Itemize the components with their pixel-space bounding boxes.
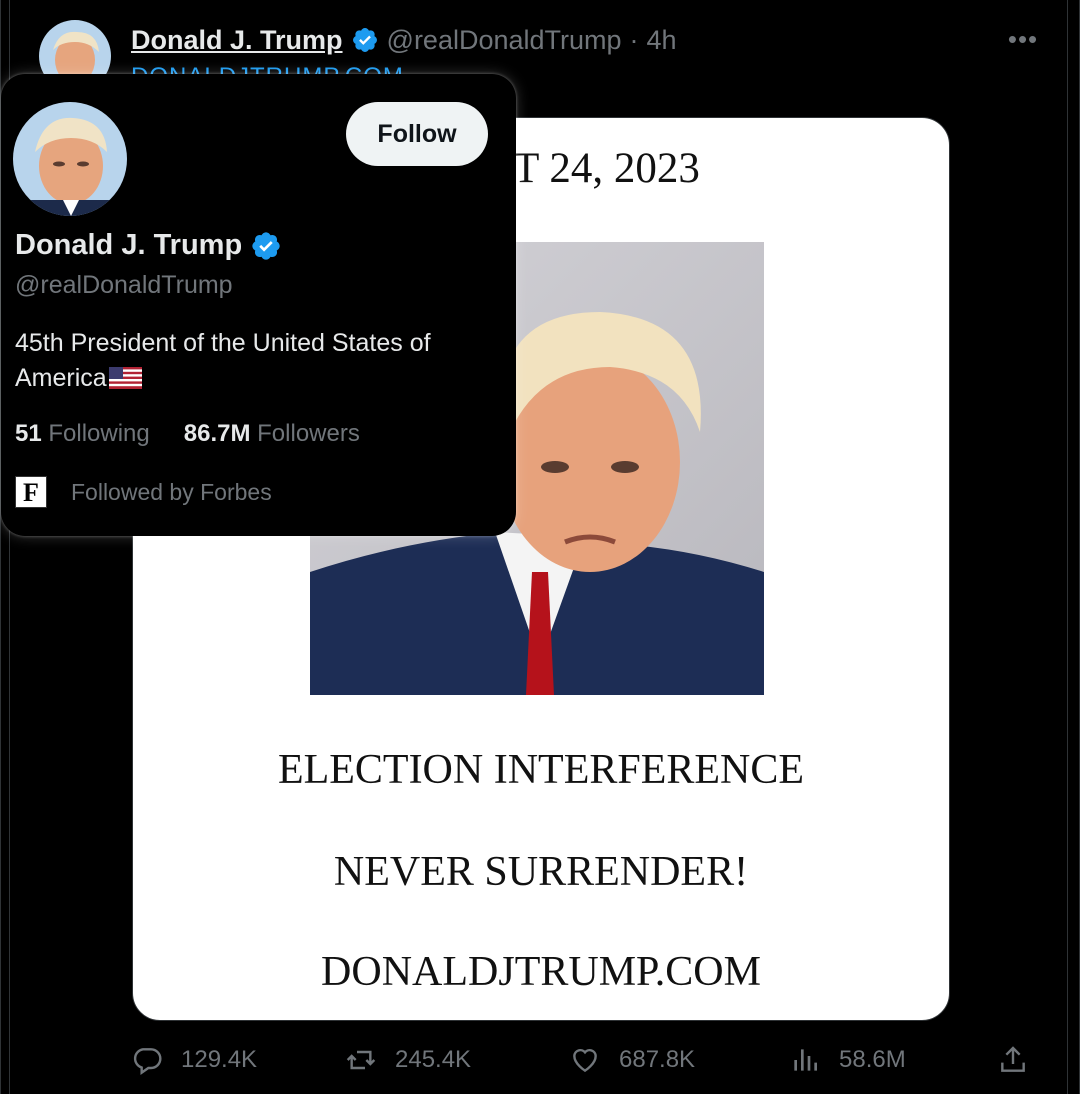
followed-by-text: Followed by Forbes <box>71 478 272 505</box>
more-icon[interactable]: ••• <box>1001 24 1045 54</box>
tweet-header: Donald J. Trump @realDonaldTrump · 4h <box>131 22 677 58</box>
followers-count: 86.7M <box>183 420 251 447</box>
followers-link[interactable]: 86.7M Followers <box>184 420 360 448</box>
poster-line-site: DONALDJTRUMP.COM <box>321 949 761 995</box>
heart-icon <box>573 1048 597 1073</box>
followed-by-row[interactable]: F Followed by Forbes <box>15 476 272 508</box>
like-button[interactable]: 687.8K <box>569 1040 695 1080</box>
follow-button[interactable]: Follow <box>346 102 488 166</box>
tweet-actions-bar: 129.4K 245.4K 687.8K 58.6M <box>131 1040 1041 1080</box>
hovercard-name[interactable]: Donald J. Trump <box>15 229 282 262</box>
views-count: 58.6M <box>839 1046 906 1073</box>
hovercard-bio-text: 45th President of the United States of A… <box>15 329 431 392</box>
following-count: 51 <box>15 420 42 447</box>
hovercard-avatar[interactable] <box>13 102 127 216</box>
repost-button[interactable]: 245.4K <box>345 1040 471 1080</box>
profile-hovercard: Follow Donald J. Trump @realDonaldTrump … <box>1 74 516 536</box>
poster-line-never: NEVER SURRENDER! <box>333 849 749 895</box>
tweet-timestamp[interactable]: 4h <box>647 25 677 56</box>
poster-line-election: ELECTION INTERFERENCE <box>277 747 805 793</box>
hovercard-handle[interactable]: @realDonaldTrump <box>15 271 233 300</box>
reply-button[interactable]: 129.4K <box>131 1040 257 1080</box>
verified-badge-icon <box>250 230 282 262</box>
reply-icon <box>133 1048 162 1075</box>
repost-icon <box>346 1050 376 1070</box>
forbes-avatar-icon: F <box>15 476 47 508</box>
separator-dot: · <box>629 24 639 55</box>
repost-count: 245.4K <box>395 1046 472 1073</box>
verified-badge-icon <box>351 26 379 54</box>
author-handle[interactable]: @realDonaldTrump <box>387 25 622 56</box>
share-button[interactable] <box>997 1040 1029 1080</box>
views-chart-icon <box>794 1049 817 1071</box>
hovercard-stats: 51 Following 86.7M Followers <box>15 420 360 448</box>
followers-label: Followers <box>257 420 360 447</box>
hovercard-name-text: Donald J. Trump <box>15 229 243 261</box>
views-button[interactable]: 58.6M <box>789 1040 906 1080</box>
column-border-right <box>1067 0 1068 1094</box>
hovercard-bio: 45th President of the United States of A… <box>15 326 495 396</box>
reply-count: 129.4K <box>181 1046 258 1073</box>
share-icon <box>1001 1046 1025 1072</box>
like-count: 687.8K <box>619 1046 696 1073</box>
author-name-link[interactable]: Donald J. Trump <box>131 25 343 56</box>
following-label: Following <box>48 420 150 447</box>
following-link[interactable]: 51 Following <box>15 420 150 448</box>
tweet: Donald J. Trump @realDonaldTrump · 4h ••… <box>0 0 1080 1094</box>
us-flag-icon <box>108 364 142 389</box>
